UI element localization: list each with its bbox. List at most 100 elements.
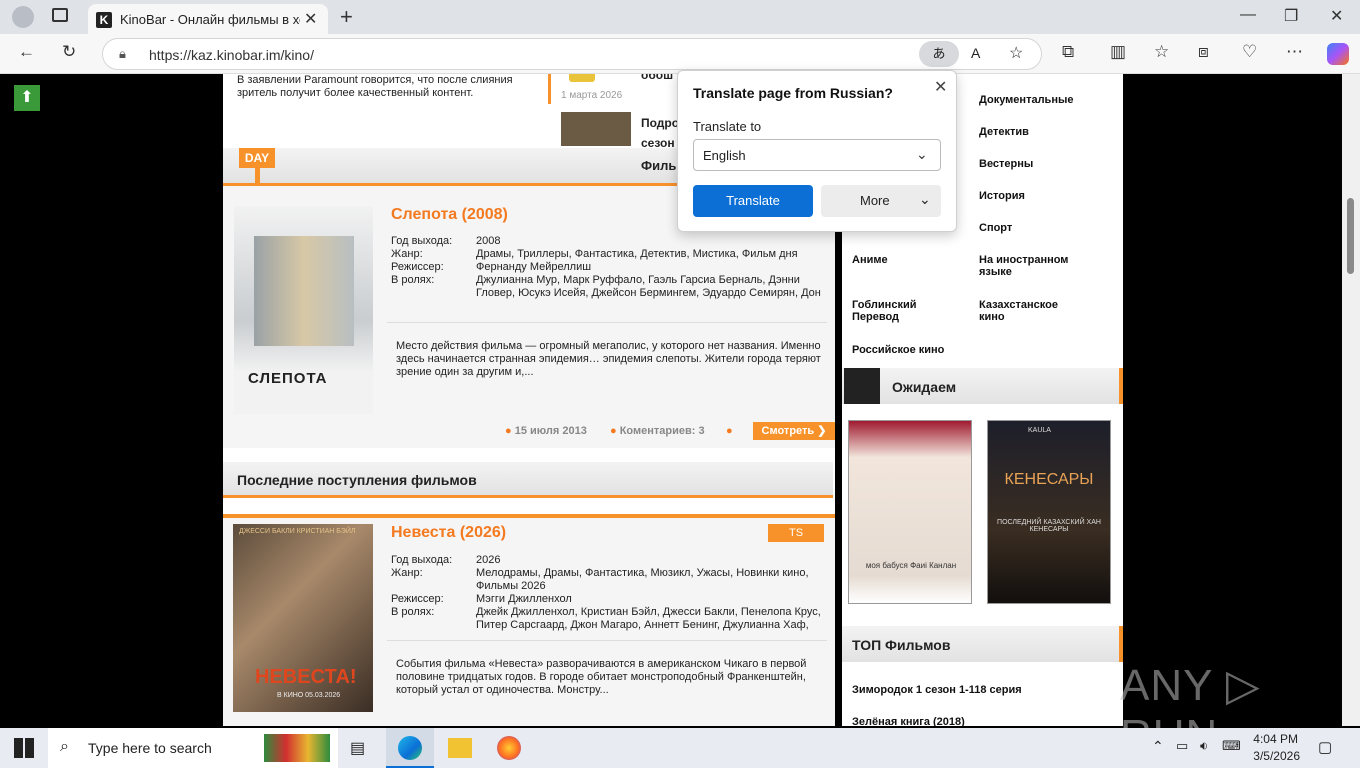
chevron-down-icon: ⌄ (919, 191, 931, 207)
edge-taskbar-button[interactable] (386, 728, 434, 768)
news-title-2[interactable]: Подро (641, 116, 679, 130)
more-button[interactable]: More ⌄ (821, 185, 941, 217)
firefox-icon[interactable] (497, 736, 521, 760)
poster-date: В КИНО 05.03.2026 (277, 692, 341, 699)
scroll-up-icon[interactable]: ⬆ (14, 85, 40, 111)
cast-label: В ролях: (391, 606, 435, 618)
extensions-icon[interactable]: ⧉ (1062, 42, 1074, 62)
favorite-star-icon[interactable]: ☆ (1009, 43, 1023, 63)
quality-badge: TS (768, 524, 824, 542)
genre-link[interactable]: Документальные (979, 94, 1073, 106)
favorites-icon[interactable]: ☆ (1154, 42, 1169, 62)
task-view-icon[interactable]: ▤ (350, 738, 365, 758)
director-value: Фернанду Мейреллиш (476, 261, 592, 273)
genre-link[interactable]: Российское кино (852, 344, 944, 356)
file-explorer-icon[interactable] (448, 738, 472, 758)
chevron-up-icon[interactable]: ⌃ (1152, 738, 1164, 755)
year-value: 2026 (476, 554, 501, 566)
tab-actions-icon[interactable] (52, 8, 68, 22)
news-thumb (569, 74, 595, 82)
genre-link[interactable]: Спорт (979, 222, 1012, 234)
poster-title: НЕВЕСТА! (255, 666, 357, 688)
lock-icon[interactable]: 🔒︎ (119, 46, 126, 62)
top-header-title: ТОП Фильмов (852, 637, 951, 653)
translate-popup: Translate page from Russian? ✕ Translate… (677, 70, 957, 232)
poster-actors: ДЖЕССИ БАКЛИ КРИСТИАН БЭЙЛ (239, 528, 356, 535)
translate-button[interactable]: Translate (693, 185, 813, 217)
translate-icon[interactable]: あ (919, 41, 959, 67)
featured-title[interactable]: Слепота (2008) (391, 206, 508, 224)
back-icon[interactable]: ← (18, 42, 35, 62)
cast-label: В ролях: (391, 274, 435, 286)
new-tab-icon[interactable]: + (340, 4, 353, 30)
year-value: 2008 (476, 235, 501, 247)
genre-link[interactable]: Казахстанское кино (979, 299, 1079, 323)
translate-to-label: Translate to (693, 119, 762, 134)
news-date: 1 марта 2026 (561, 90, 623, 101)
profile-icon[interactable] (12, 6, 34, 28)
taskbar: ⌕ Type here to search ▤ ⌃ ▭ 🔉︎ ⌨ 4:04 PM… (0, 728, 1360, 768)
language-select[interactable]: English ⌄ (693, 139, 941, 171)
genre-link[interactable]: Аниме (852, 254, 888, 266)
close-icon[interactable]: ✕ (934, 77, 947, 97)
director-label: Режиссер: (391, 593, 444, 605)
top-movie-link[interactable]: Зимородок 1 сезон 1-118 серия (852, 684, 1022, 696)
news-title[interactable]: обош (641, 74, 673, 82)
cast-value: Джейк Джилленхол, Кристиан Бэйл, Джесси … (476, 606, 821, 631)
featured-comments: ● Коментариев: 3 (610, 425, 705, 437)
poster2-subtitle: ПОСЛЕДНИЙ КАЗАХСКИЙ ХАН КЕНЕСАРЫ (997, 519, 1101, 533)
movie-poster[interactable]: ДЖЕССИ БАКЛИ КРИСТИАН БЭЙЛ НЕВЕСТА! В КИ… (233, 524, 373, 712)
year-label: Год выхода: (391, 235, 453, 247)
expected-poster-2[interactable]: KAULA КЕНЕСАРЫ ПОСЛЕДНИЙ КАЗАХСКИЙ ХАН К… (987, 420, 1111, 604)
year-label: Год выхода: (391, 554, 453, 566)
network-icon[interactable]: ▭ (1176, 738, 1188, 754)
notifications-icon[interactable]: ▢ (1318, 738, 1332, 756)
close-tab-icon[interactable]: ✕ (304, 9, 317, 29)
genre-label: Жанр: (391, 567, 423, 579)
movie-title[interactable]: Невеста (2026) (391, 524, 506, 542)
news-thumbnail[interactable] (561, 112, 631, 146)
featured-poster[interactable]: СЛЕПОТА (234, 206, 373, 414)
chevron-down-icon: ⌄ (916, 146, 928, 162)
scrollbar[interactable] (1342, 74, 1360, 726)
clock-time[interactable]: 4:04 PM (1252, 732, 1298, 746)
windows-start-icon[interactable] (14, 738, 34, 758)
expected-header-title: Ожидаем (892, 379, 957, 395)
genre-link[interactable]: Гоблинский Перевод (852, 299, 942, 323)
watch-button[interactable]: Смотреть ❯ (753, 422, 835, 440)
edge-icon (398, 736, 422, 760)
keyboard-icon[interactable]: ⌨ (1222, 738, 1241, 754)
read-aloud-icon[interactable]: A (971, 45, 980, 61)
volume-icon[interactable]: 🔉︎ (1200, 738, 1208, 754)
genre-link[interactable]: На иностранном языке (979, 254, 1089, 278)
address-bar[interactable]: 🔒︎ https://kaz.kinobar.im/kino/ あ A ☆ (102, 38, 1042, 70)
taskbar-search[interactable]: ⌕ Type here to search (48, 728, 338, 768)
movie-description: События фильма «Невеста» разворачиваются… (396, 658, 807, 696)
divider (548, 74, 551, 104)
window-close-icon[interactable]: ✕ (1330, 6, 1343, 26)
genre-link[interactable]: Детектив (979, 126, 1029, 138)
badge-stem (255, 168, 260, 184)
active-tab[interactable]: K KinoBar - Онлайн фильмы в хоро ✕ (88, 4, 328, 34)
translate-title: Translate page from Russian? (693, 85, 893, 101)
split-screen-icon[interactable]: ▥ (1110, 42, 1126, 62)
collections-icon[interactable]: ⧈ (1198, 42, 1209, 62)
genre-value: Драмы, Триллеры, Фантастика, Детектив, М… (476, 248, 798, 260)
comments-text: Коментариев: 3 (619, 425, 705, 437)
cast-value: Джулианна Мур, Марк Руффало, Гаэль Гарси… (476, 274, 821, 299)
genre-link[interactable]: История (979, 190, 1025, 202)
restore-icon[interactable]: ❐ (1284, 6, 1298, 26)
genre-link[interactable]: Вестерны (979, 158, 1033, 170)
url-text[interactable]: https://kaz.kinobar.im/kino/ (149, 47, 314, 63)
expected-poster-1[interactable]: моя бабуся Фаиі Канлан (848, 420, 972, 604)
news-snippet: В заявлении Paramount говорится, что пос… (237, 74, 513, 99)
featured-date: ● 15 июля 2013 (505, 425, 587, 437)
minimize-icon[interactable]: — (1240, 6, 1256, 24)
performance-icon[interactable]: ♡ (1242, 42, 1257, 62)
copilot-icon[interactable] (1327, 43, 1349, 65)
settings-more-icon[interactable]: ⋯ (1286, 42, 1303, 62)
clock-date[interactable]: 3/5/2026 (1250, 749, 1300, 763)
top-movie-link[interactable]: Зелёная книга (2018) (852, 716, 965, 726)
refresh-icon[interactable]: ↻ (62, 42, 76, 62)
scrollbar-thumb[interactable] (1347, 198, 1354, 274)
